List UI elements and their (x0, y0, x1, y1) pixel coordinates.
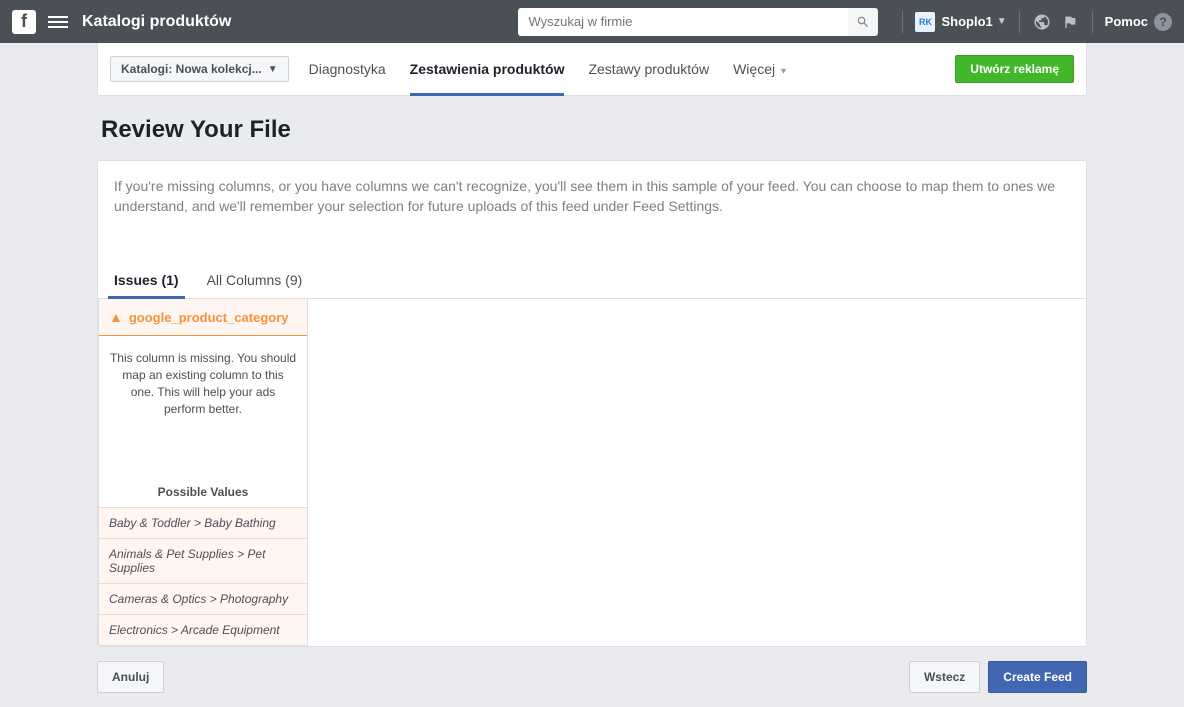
divider (902, 11, 903, 33)
info-text: If you're missing columns, or you have c… (98, 161, 1086, 232)
tab-wiecej-label: Więcej (733, 61, 775, 77)
cancel-button[interactable]: Anuluj (97, 661, 164, 693)
warning-icon: ▲ (109, 309, 123, 325)
nav-bar: Katalogi: Nowa kolekcj... ▼ Diagnostyka … (97, 43, 1087, 96)
globe-icon[interactable] (1032, 12, 1052, 32)
divider (1092, 11, 1093, 33)
inner-tabs: Issues (1) All Columns (9) (98, 262, 1086, 299)
facebook-logo[interactable]: f (12, 10, 36, 34)
issue-card: ▲ google_product_category This column is… (98, 299, 308, 646)
possible-value: Baby & Toddler > Baby Bathing (99, 507, 307, 538)
tab-zestawienia[interactable]: Zestawienia produktów (410, 53, 565, 85)
tab-diagnostyka[interactable]: Diagnostyka (309, 53, 386, 85)
tab-issues[interactable]: Issues (1) (114, 262, 179, 298)
help-icon: ? (1154, 13, 1172, 31)
main-panel: If you're missing columns, or you have c… (97, 160, 1087, 647)
back-button[interactable]: Wstecz (909, 661, 980, 693)
chevron-down-icon: ▾ (781, 66, 786, 77)
tab-wiecej[interactable]: Więcej ▾ (733, 53, 786, 85)
menu-icon[interactable] (48, 13, 68, 31)
search-button[interactable] (848, 8, 878, 36)
search-icon (856, 15, 870, 29)
possible-value: Cameras & Optics > Photography (99, 583, 307, 614)
issue-column-name: google_product_category (129, 310, 289, 325)
tab-zestawy[interactable]: Zestawy produktów (588, 53, 709, 85)
tab-all-columns[interactable]: All Columns (9) (207, 262, 303, 298)
divider (1019, 11, 1020, 33)
help-menu[interactable]: Pomoc ? (1105, 13, 1172, 31)
chevron-down-icon: ▼ (997, 16, 1007, 27)
user-menu[interactable]: RK Shoplo1 ▼ (915, 12, 1006, 32)
possible-value: Animals & Pet Supplies > Pet Supplies (99, 538, 307, 583)
catalog-dropdown-label: Katalogi: Nowa kolekcj... (121, 62, 262, 76)
issue-message: This column is missing. You should map a… (99, 336, 307, 477)
help-label: Pomoc (1105, 14, 1148, 29)
user-avatar: RK (915, 12, 935, 32)
chevron-down-icon: ▼ (268, 64, 278, 75)
nav-tabs: Diagnostyka Zestawienia produktów Zestaw… (309, 53, 786, 85)
user-name: Shoplo1 (941, 14, 992, 29)
topbar: f Katalogi produktów RK Shoplo1 ▼ Pomoc … (0, 0, 1184, 43)
search-input[interactable] (518, 8, 848, 36)
catalog-dropdown[interactable]: Katalogi: Nowa kolekcj... ▼ (110, 56, 289, 82)
issue-header: ▲ google_product_category (99, 299, 307, 336)
possible-value: Electronics > Arcade Equipment (99, 614, 307, 645)
possible-values-header: Possible Values (99, 477, 307, 507)
page-title: Review Your File (101, 116, 1087, 144)
flag-icon[interactable] (1060, 12, 1080, 32)
footer-bar: Anuluj Wstecz Create Feed (97, 647, 1087, 707)
create-feed-button[interactable]: Create Feed (988, 661, 1087, 693)
page-header-title: Katalogi produktów (82, 13, 231, 31)
search-wrap (518, 8, 878, 36)
create-ad-button[interactable]: Utwórz reklamę (955, 55, 1074, 83)
